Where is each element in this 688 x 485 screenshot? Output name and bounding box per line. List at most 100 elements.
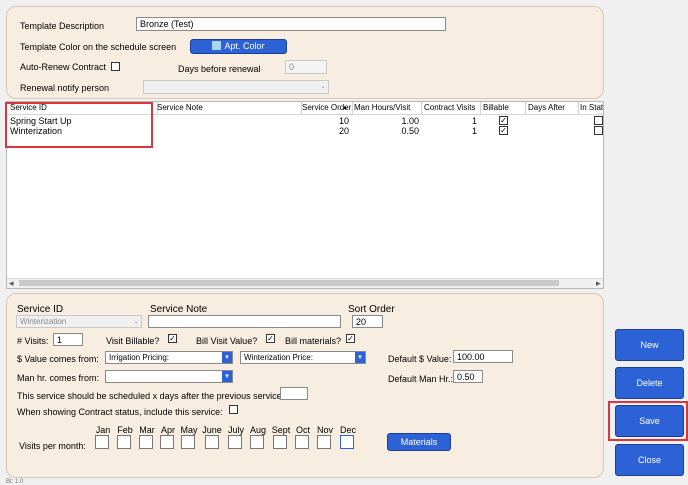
template-description-label: Template Description: [20, 21, 105, 31]
value-from-label: $ Value comes from:: [17, 354, 99, 364]
visits-input-sept[interactable]: [273, 435, 287, 449]
template-description-input[interactable]: Bronze (Test): [136, 17, 446, 31]
visits-input-may[interactable]: [181, 435, 195, 449]
grid-header-man-hours[interactable]: Man Hours/Visit: [354, 102, 410, 114]
month-label-sept: Sept: [271, 425, 291, 435]
bill-visit-value-label: Bill Visit Value?: [196, 336, 258, 346]
chevron-down-icon: ▾: [355, 352, 365, 363]
bill-materials-checkbox[interactable]: ✓: [346, 334, 355, 343]
contract-status-checkbox[interactable]: [229, 405, 238, 414]
grid-header-divider: [525, 102, 526, 114]
close-button[interactable]: Close: [615, 444, 684, 476]
bill-visit-value-checkbox[interactable]: ✓: [266, 334, 275, 343]
grid-header-contract-visits[interactable]: Contract Visits: [424, 102, 475, 114]
auto-renew-label: Auto-Renew Contract: [20, 62, 107, 72]
service-id-label: Service ID: [17, 304, 64, 315]
service-id-value: Winterization: [20, 317, 67, 326]
visits-label: # Visits:: [17, 336, 49, 346]
visits-input-oct[interactable]: [295, 435, 309, 449]
month-label-july: July: [227, 425, 244, 435]
chevron-down-icon: ▾: [222, 352, 232, 363]
visits-input-apr[interactable]: [160, 435, 174, 449]
row-billable-checkbox[interactable]: ✓: [499, 126, 508, 135]
schedule-days-label: This service should be scheduled x days …: [17, 391, 285, 401]
renewal-notify-select[interactable]: ⌄: [143, 80, 329, 94]
grid-header-days-after[interactable]: Days After: [528, 102, 565, 114]
visits-per-month-label: Visits per month:: [19, 441, 86, 451]
row-billable-checkbox[interactable]: ✓: [499, 116, 508, 125]
value-from-2-select[interactable]: Winterization Price: ▾: [240, 351, 366, 364]
row-contract-visits: 1: [471, 126, 477, 136]
visits-input-june[interactable]: [205, 435, 219, 449]
bill-materials-label: Bill materials?: [285, 336, 342, 346]
default-value-label: Default $ Value:: [388, 354, 452, 364]
days-before-renewal-label: Days before renewal: [178, 64, 261, 74]
grid-header-divider: [480, 102, 481, 114]
delete-button[interactable]: Delete: [615, 367, 684, 399]
chevron-down-icon: ⌄: [320, 83, 326, 90]
row-in-state-checkbox[interactable]: [594, 116, 603, 125]
color-swatch: [212, 41, 222, 50]
days-before-renewal-input[interactable]: 0: [285, 60, 327, 74]
apt-color-button-label: Apt. Color: [224, 41, 265, 51]
default-manhr-label: Default Man Hr.:: [388, 374, 454, 384]
row-in-state-checkbox[interactable]: [594, 126, 603, 135]
month-label-june: June: [202, 425, 222, 435]
manhr-from-select[interactable]: ▾: [105, 370, 233, 383]
visits-input-dec[interactable]: [340, 435, 354, 449]
scrollbar-thumb[interactable]: [19, 280, 559, 286]
month-label-apr: Apr: [160, 425, 175, 435]
month-label-oct: Oct: [295, 425, 310, 435]
save-button[interactable]: Save: [615, 405, 684, 437]
value-from-2-value: Winterization Price:: [244, 353, 313, 362]
new-button[interactable]: New: [615, 329, 684, 361]
visits-input-july[interactable]: [228, 435, 242, 449]
chevron-down-icon: ⌄: [133, 318, 139, 325]
status-text: Bt: 1.0: [6, 479, 24, 485]
service-note-label: Service Note: [150, 304, 208, 315]
schedule-days-input[interactable]: [280, 387, 308, 400]
grid-header-in-state[interactable]: In State: [580, 102, 603, 114]
value-from-select[interactable]: Irrigation Pricing: ▾: [105, 351, 233, 364]
manhr-from-label: Man hr. comes from:: [17, 373, 100, 383]
visit-billable-checkbox[interactable]: ✓: [168, 334, 177, 343]
default-value-input[interactable]: 100.00: [453, 350, 513, 363]
contract-status-label: When showing Contract status, include th…: [17, 407, 223, 417]
auto-renew-checkbox[interactable]: [111, 62, 120, 71]
visits-input-feb[interactable]: [117, 435, 131, 449]
sort-order-input[interactable]: 20: [352, 315, 383, 328]
service-note-input[interactable]: [148, 315, 341, 328]
apt-color-button[interactable]: Apt. Color: [190, 39, 287, 54]
scroll-right-icon[interactable]: ▸: [596, 278, 601, 288]
sort-ascending-icon: ▲: [342, 105, 348, 111]
visits-input-nov[interactable]: [317, 435, 331, 449]
visits-input-mar[interactable]: [139, 435, 153, 449]
sort-order-label: Sort Order: [348, 304, 395, 315]
grid-header-billable[interactable]: Billable: [483, 102, 509, 114]
visits-input-jan[interactable]: [95, 435, 109, 449]
grid-header-divider: [578, 102, 579, 114]
month-label-aug: Aug: [249, 425, 266, 435]
month-label-may: May: [180, 425, 198, 435]
row-man-hours: 0.50: [401, 126, 419, 136]
template-color-label: Template Color on the schedule screen: [20, 42, 177, 52]
default-manhr-input[interactable]: 0.50: [453, 370, 483, 383]
month-label-dec: Dec: [339, 425, 356, 435]
month-label-jan: Jan: [95, 425, 111, 435]
grid-header-service-note[interactable]: Service Note: [157, 102, 203, 114]
month-label-feb: Feb: [117, 425, 133, 435]
month-label-mar: Mar: [139, 425, 155, 435]
month-label-nov: Nov: [316, 425, 333, 435]
scroll-left-icon[interactable]: ◂: [9, 278, 14, 288]
materials-button[interactable]: Materials: [387, 433, 451, 451]
row-man-hours: 1.00: [401, 116, 419, 126]
visits-input[interactable]: 1: [53, 333, 83, 346]
renewal-notify-label: Renewal notify person: [20, 83, 110, 93]
grid-header-divider: [352, 102, 353, 114]
service-id-select[interactable]: Winterization ⌄: [16, 315, 142, 328]
row-contract-visits: 1: [471, 116, 477, 126]
value-from-value: Irrigation Pricing:: [109, 353, 170, 362]
visits-input-aug[interactable]: [250, 435, 264, 449]
visit-billable-label: Visit Billable?: [106, 336, 160, 346]
row-service-order: 10: [338, 116, 349, 126]
